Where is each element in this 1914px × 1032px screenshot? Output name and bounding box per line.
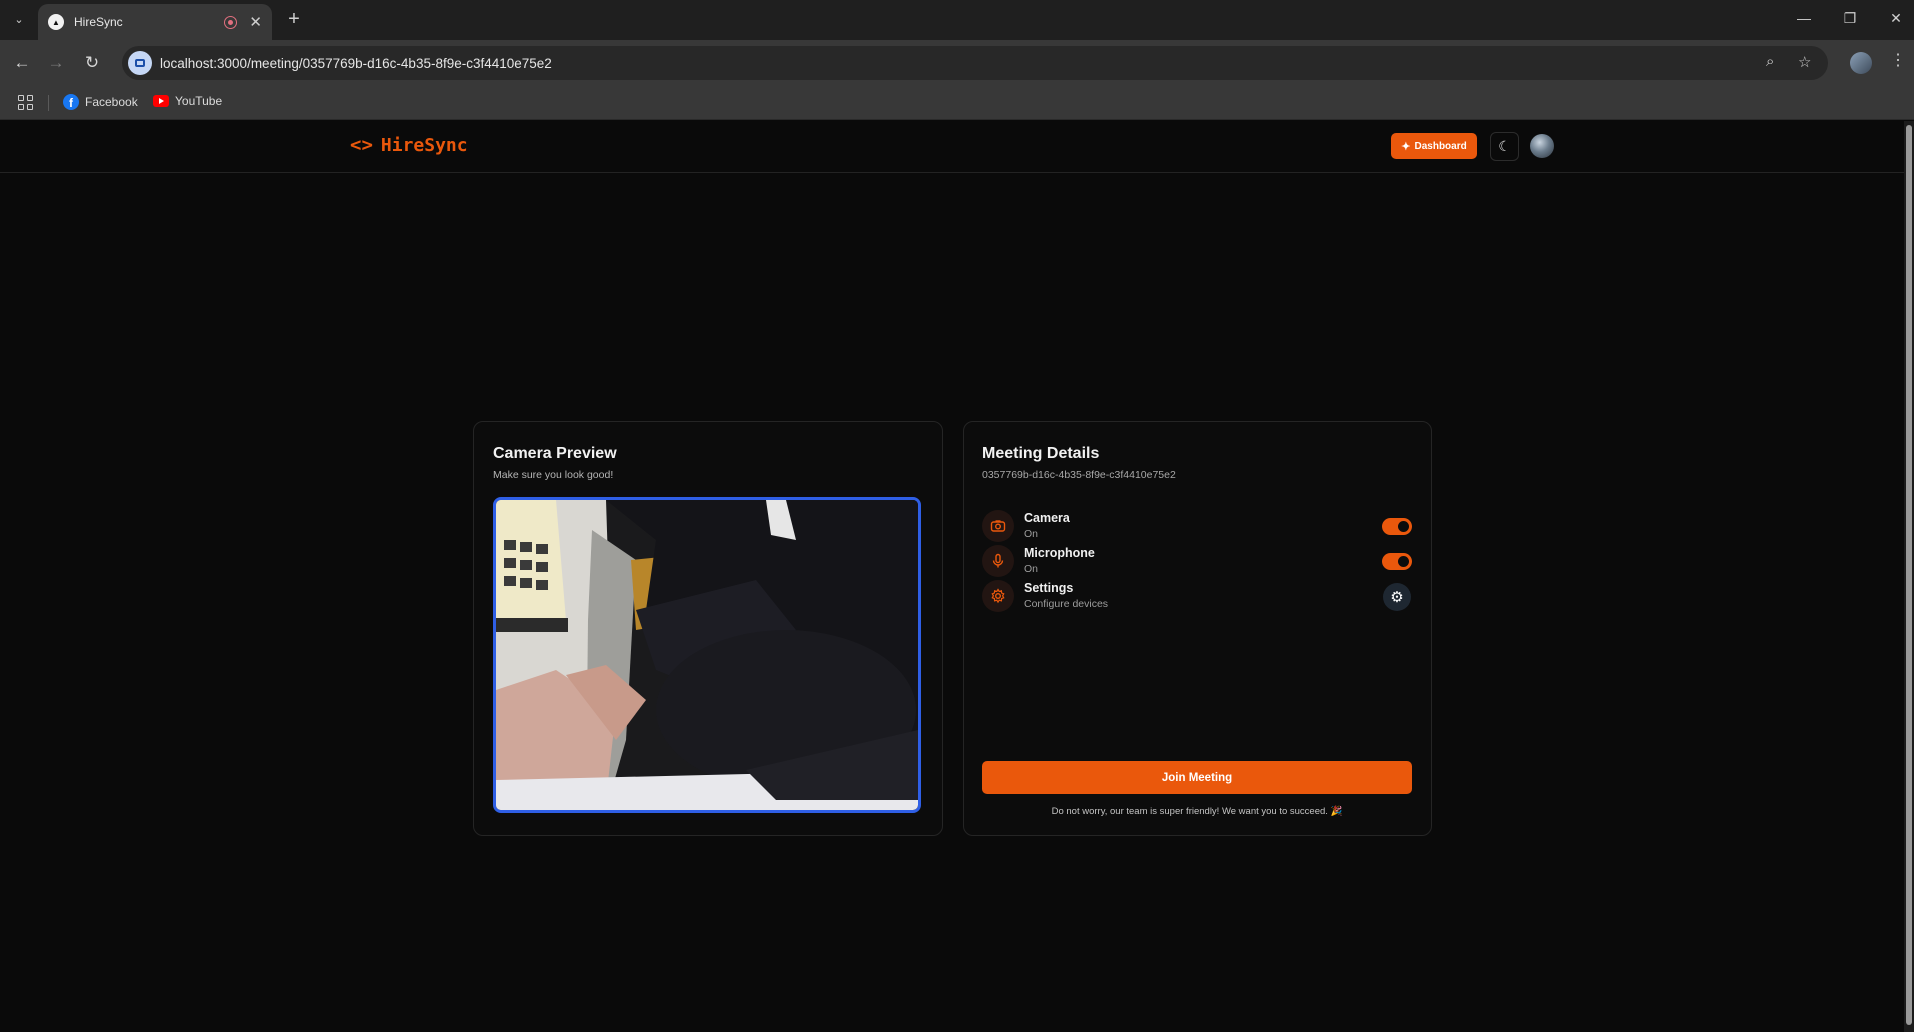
sparkle-icon: ✦ xyxy=(1401,140,1411,153)
camera-preview-card: Camera Preview Make sure you look good! xyxy=(473,421,943,836)
scrollbar-thumb[interactable] xyxy=(1906,125,1912,1025)
address-bar-url[interactable]: localhost:3000/meeting/0357769b-d16c-4b3… xyxy=(160,56,552,71)
tab-favicon-icon: ▲ xyxy=(48,14,64,30)
bookmark-star-icon[interactable]: ☆ xyxy=(1798,53,1811,71)
settings-label: Settings xyxy=(1024,581,1074,595)
microphone-icon xyxy=(982,545,1014,577)
camera-icon xyxy=(982,510,1014,542)
logo-text: HireSync xyxy=(380,134,468,156)
recording-indicator-icon xyxy=(224,15,238,29)
forward-arrow-icon[interactable]: → xyxy=(44,51,68,75)
camera-video-preview xyxy=(493,497,921,813)
close-window-icon[interactable]: ✕ xyxy=(1884,10,1908,27)
apps-grid-icon[interactable] xyxy=(18,95,33,110)
camera-feed-image xyxy=(496,500,918,810)
reload-icon[interactable]: ↻ xyxy=(80,51,104,75)
theme-toggle-moon-icon[interactable]: ☾ xyxy=(1490,132,1519,161)
browser-profile-avatar[interactable] xyxy=(1850,52,1872,74)
youtube-icon xyxy=(153,95,169,107)
join-meeting-button[interactable]: Join Meeting xyxy=(982,761,1412,794)
page-content: <> HireSync ✦ Dashboard ☾ Camera Preview… xyxy=(0,121,1904,1032)
meeting-details-card: Meeting Details 0357769b-d16c-4b35-8f9e-… xyxy=(963,421,1432,836)
camera-row: Camera On xyxy=(982,510,1412,544)
browser-menu-icon[interactable]: ⋮ xyxy=(1890,50,1906,70)
browser-toolbar: ← → ↻ localhost:3000/meeting/0357769b-d1… xyxy=(0,40,1914,86)
back-arrow-icon[interactable]: ← xyxy=(10,51,34,75)
browser-tab-bar: ⌄ ▲ HireSync ✕ + — ❐ ✕ xyxy=(0,0,1914,40)
settings-gear-button[interactable]: ⚙ xyxy=(1383,583,1411,611)
browser-tab[interactable]: ▲ HireSync ✕ xyxy=(38,4,272,40)
site-info-icon[interactable] xyxy=(128,51,152,75)
bookmark-youtube[interactable]: YouTube xyxy=(153,94,222,108)
meeting-id: 0357769b-d16c-4b35-8f9e-c3f4410e75e2 xyxy=(982,469,1176,481)
new-tab-plus-icon[interactable]: + xyxy=(282,8,306,32)
facebook-icon: f xyxy=(63,94,79,110)
microphone-label: Microphone xyxy=(1024,546,1095,560)
settings-status: Configure devices xyxy=(1024,598,1109,610)
tab-close-icon[interactable]: ✕ xyxy=(249,15,262,30)
camera-label: Camera xyxy=(1024,511,1070,525)
settings-row: Settings Configure devices ⚙ xyxy=(982,580,1412,614)
camera-status: On xyxy=(1024,528,1039,540)
minimize-window-icon[interactable]: — xyxy=(1792,10,1816,26)
tab-list-chevron-icon[interactable]: ⌄ xyxy=(8,8,30,30)
dashboard-button[interactable]: ✦ Dashboard xyxy=(1391,133,1477,159)
app-logo[interactable]: <> HireSync xyxy=(350,134,468,156)
tab-title: HireSync xyxy=(74,15,123,29)
user-avatar[interactable] xyxy=(1530,134,1554,158)
bookmark-label: YouTube xyxy=(175,94,223,108)
microphone-row: Microphone On xyxy=(982,545,1412,579)
bookmark-facebook[interactable]: f Facebook xyxy=(63,94,138,110)
zoom-magnifier-icon[interactable]: ⌕ xyxy=(1766,53,1774,70)
camera-preview-subtitle: Make sure you look good! xyxy=(493,469,614,481)
camera-preview-title: Camera Preview xyxy=(493,445,617,462)
bookmarks-divider xyxy=(48,95,49,111)
code-brackets-icon: <> xyxy=(350,134,373,156)
meeting-details-title: Meeting Details xyxy=(982,445,1100,462)
microphone-status: On xyxy=(1024,563,1039,575)
encouragement-note: Do not worry, our team is super friendly… xyxy=(1051,806,1343,817)
address-bar[interactable]: localhost:3000/meeting/0357769b-d16c-4b3… xyxy=(122,46,1828,80)
microphone-toggle[interactable] xyxy=(1382,553,1412,570)
camera-toggle[interactable] xyxy=(1382,518,1412,535)
page-scrollbar[interactable] xyxy=(1904,121,1914,1032)
bookmark-label: Facebook xyxy=(85,95,138,109)
settings-icon xyxy=(982,580,1014,612)
bookmarks-bar: f Facebook YouTube xyxy=(0,86,1914,120)
dashboard-label: Dashboard xyxy=(1414,140,1467,152)
app-header: <> HireSync ✦ Dashboard ☾ xyxy=(0,121,1904,173)
restore-window-icon[interactable]: ❐ xyxy=(1838,10,1862,27)
